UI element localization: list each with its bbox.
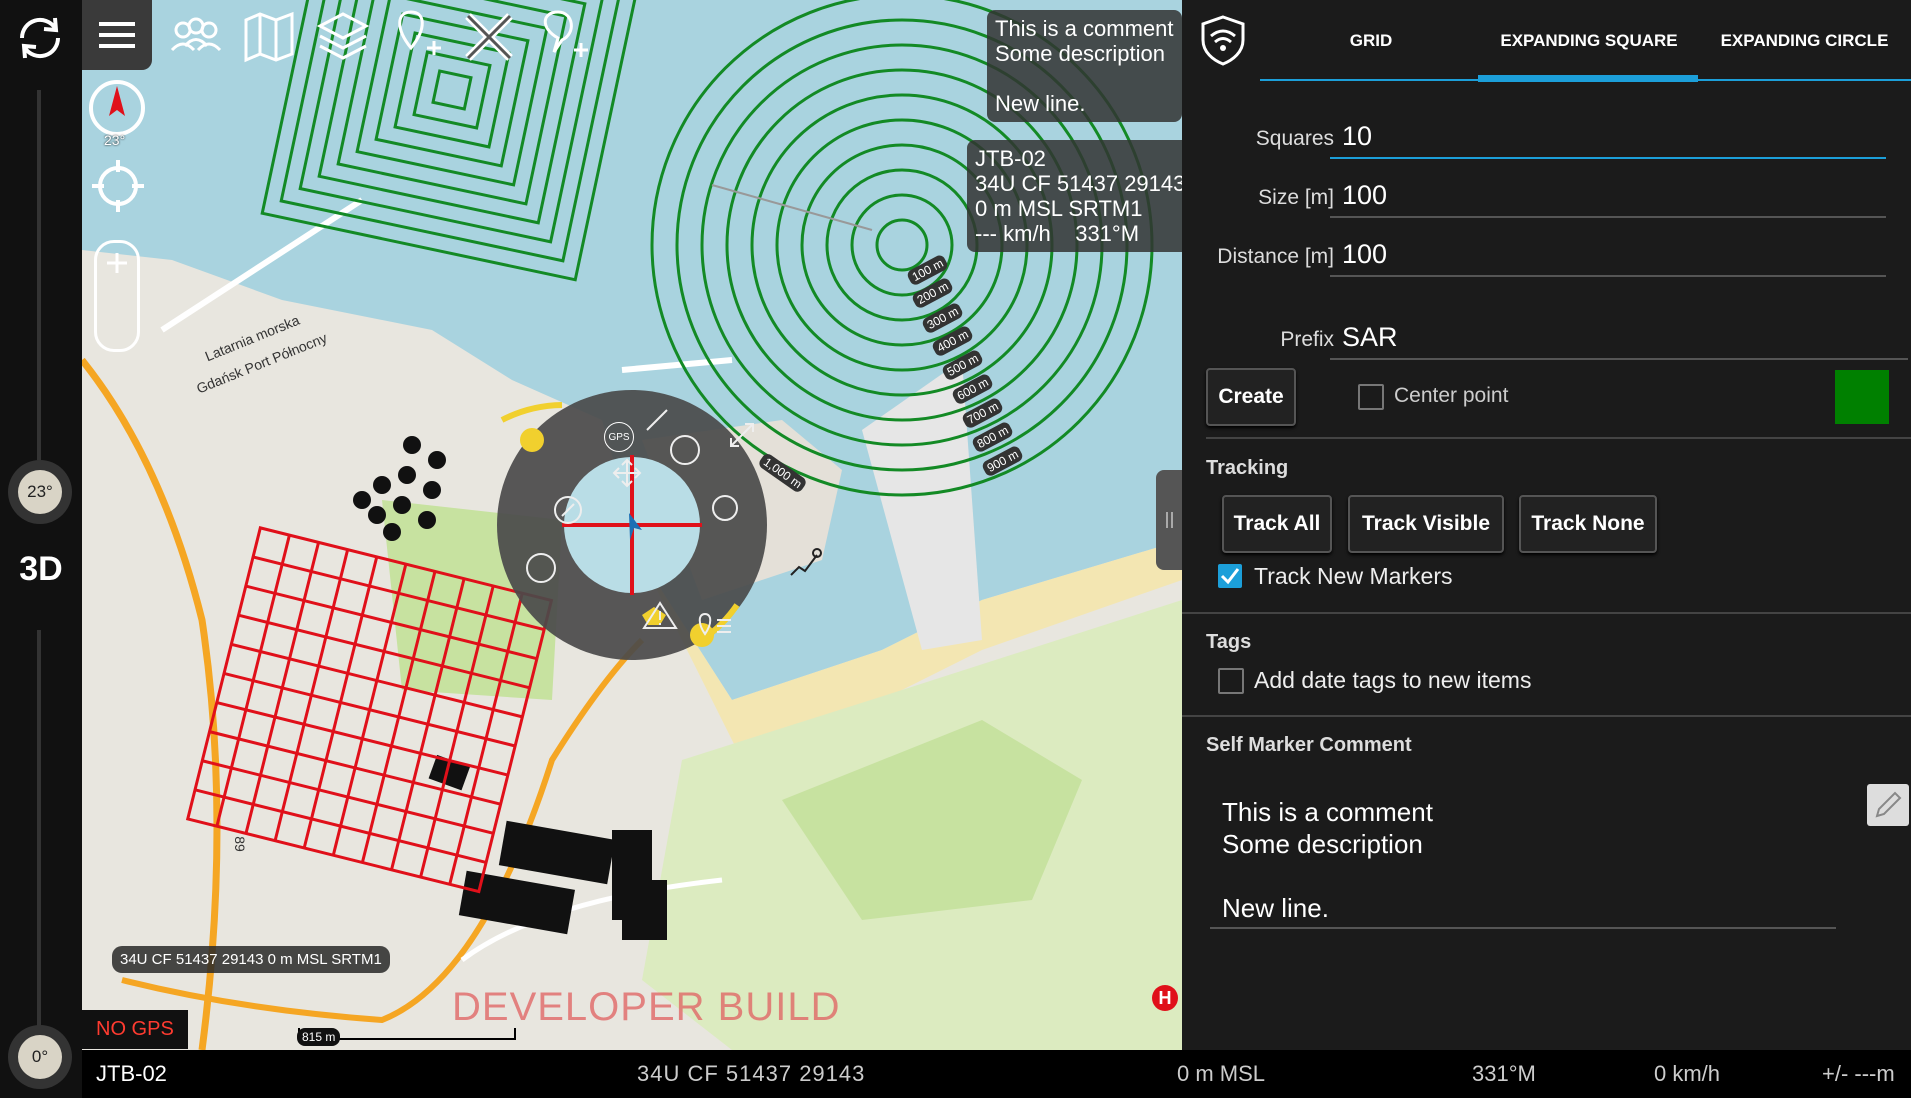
create-button[interactable]: Create <box>1206 368 1296 426</box>
map-view[interactable]: 100 m 200 m 300 m 400 m 500 m 600 m 700 … <box>82 0 1182 1050</box>
squares-input-underline <box>1330 157 1886 159</box>
panel-drag-handle[interactable] <box>1156 470 1182 570</box>
distance-label: Distance [m] <box>1217 245 1334 268</box>
prefix-label: Prefix <box>1280 328 1334 351</box>
squares-label: Squares <box>1255 127 1334 150</box>
marker-list-icon[interactable] <box>695 612 735 640</box>
hospital-icon: H <box>1152 985 1178 1011</box>
mode-3d-toggle[interactable]: 3D <box>0 550 82 589</box>
map-icon[interactable] <box>240 8 298 66</box>
squares-input[interactable]: 10 <box>1342 121 1372 152</box>
distance-input[interactable]: 100 <box>1342 239 1387 270</box>
tilt-knob[interactable]: 23° <box>8 460 72 524</box>
add-date-tags-label: Add date tags to new items <box>1254 667 1532 693</box>
sar-tool-panel: GRID EXPANDING SQUARE EXPANDING CIRCLE S… <box>1182 0 1911 1050</box>
comment-line: This is a comment <box>1222 797 1433 827</box>
tab-grid[interactable]: GRID <box>1262 0 1480 82</box>
center-point-label: Center point <box>1394 384 1509 407</box>
tab-selected-indicator <box>1478 75 1698 82</box>
rotation-label: 0° <box>18 1035 62 1079</box>
comment-info-box: This is a comment Some description New l… <box>987 10 1182 122</box>
size-input[interactable]: 100 <box>1342 180 1387 211</box>
color-swatch[interactable] <box>1835 370 1889 424</box>
track-visible-button[interactable]: Track Visible <box>1348 495 1504 553</box>
radial-gps-icon[interactable]: GPS <box>604 422 634 452</box>
size-label: Size [m] <box>1258 186 1334 209</box>
status-altitude: 0 m MSL <box>1177 1061 1266 1086</box>
no-gps-badge: NO GPS <box>82 1010 188 1049</box>
compass-icon[interactable] <box>87 78 147 138</box>
rotation-slider-track[interactable] <box>37 630 41 1030</box>
developer-build-watermark: DEVELOPER BUILD <box>452 985 841 1029</box>
section-divider <box>1182 715 1911 717</box>
road-number: 89 <box>231 836 248 852</box>
locate-icon[interactable] <box>90 158 146 214</box>
edit-comment-icon[interactable] <box>1867 784 1909 826</box>
track-new-markers-checkbox[interactable] <box>1218 564 1242 588</box>
track-none-button[interactable]: Track None <box>1519 495 1657 553</box>
add-marker-icon[interactable] <box>387 8 445 66</box>
route-icon[interactable] <box>787 545 823 581</box>
comment-blank-line <box>1222 860 1433 892</box>
tools-icon[interactable] <box>460 8 518 66</box>
move-icon[interactable] <box>612 458 642 488</box>
status-bar: JTB-02 34U CF 51437 29143 0 m MSL 331°M … <box>82 1050 1911 1098</box>
tags-title: Tags <box>1206 631 1252 653</box>
track-all-button[interactable]: Track All <box>1222 495 1332 553</box>
left-rail: 23° 3D 0° <box>0 0 82 1098</box>
prefix-input-underline <box>1330 358 1908 360</box>
tilt-slider-track[interactable] <box>37 90 41 460</box>
menu-button[interactable] <box>82 0 152 70</box>
contacts-icon[interactable] <box>167 8 225 66</box>
section-divider <box>1182 612 1911 614</box>
comment-line: New line. <box>1222 893 1329 923</box>
status-mgrs: 34U CF 51437 29143 <box>637 1061 866 1086</box>
coordinate-pill: 34U CF 51437 29143 0 m MSL SRTM1 <box>112 946 390 973</box>
shield-wifi-icon <box>1200 14 1246 66</box>
track-new-markers-label: Track New Markers <box>1254 563 1453 589</box>
zoom-control[interactable] <box>94 240 140 352</box>
self-marker-comment-title: Self Marker Comment <box>1206 734 1412 756</box>
tracking-title: Tracking <box>1206 457 1289 479</box>
status-callsign: JTB-02 <box>96 1061 167 1086</box>
bearing-icon[interactable] <box>552 494 584 526</box>
layers-icon[interactable] <box>314 8 372 66</box>
resize-icon[interactable] <box>727 420 757 450</box>
section-divider <box>1206 437 1911 439</box>
tab-expanding-square[interactable]: EXPANDING SQUARE <box>1480 0 1698 82</box>
size-input-underline <box>1330 216 1886 218</box>
warning-icon[interactable] <box>642 600 678 630</box>
center-point-checkbox[interactable] <box>1358 384 1384 410</box>
comment-line: Some description <box>1222 829 1423 859</box>
refresh-icon[interactable] <box>10 8 70 68</box>
tilt-label: 23° <box>18 470 62 514</box>
scale-label: 815 m <box>297 1028 341 1046</box>
self-marker-comment-text[interactable]: This is a comment Some description New l… <box>1222 796 1433 924</box>
status-speed: 0 km/h <box>1654 1061 1721 1086</box>
compass-degrees: 23° <box>104 132 126 148</box>
self-marker-info-box: JTB-02 34U CF 51437 29143 0 m MSL SRTM1 … <box>967 140 1182 252</box>
add-date-tags-checkbox[interactable] <box>1218 668 1244 694</box>
prefix-input[interactable]: SAR <box>1342 322 1398 353</box>
comment-marker-icon[interactable] <box>532 8 590 66</box>
status-heading: 331°M <box>1472 1061 1536 1086</box>
status-accuracy: +/- ---m <box>1822 1061 1895 1086</box>
comment-underline <box>1210 927 1836 929</box>
distance-input-underline <box>1330 275 1886 277</box>
tab-expanding-circle[interactable]: EXPANDING CIRCLE <box>1698 0 1911 82</box>
rotation-knob[interactable]: 0° <box>8 1025 72 1089</box>
